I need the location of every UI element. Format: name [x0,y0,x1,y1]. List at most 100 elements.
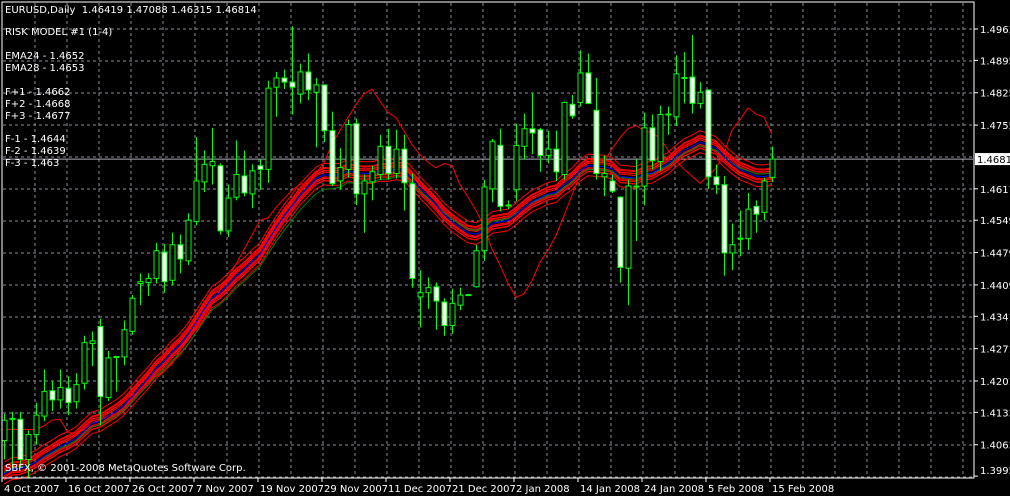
candle-body [409,183,416,279]
candle-body [329,130,336,185]
symbol-label: EURUSD,Daily [5,5,76,16]
candle-body [769,158,776,178]
candle-body [377,145,384,175]
bear-candle [705,89,712,189]
candle-body [305,71,312,91]
f-plus-3-label: F+3 - 1.4677 [5,111,71,122]
candle-body [569,103,576,117]
date-label: 14 Jan 2008 [580,484,640,495]
candle-body [705,89,712,178]
candle-body [177,244,184,260]
bull-candle [473,244,480,288]
date-label: 29 Nov 2007 [324,484,388,495]
candle-body [281,77,288,83]
candle-body [625,185,632,269]
close-value: 1.46814 [215,5,257,16]
candle-body [209,161,216,167]
price-label: 1.42010 [980,377,1010,388]
candle-body [137,281,144,285]
price-label: 1.42710 [980,345,1010,356]
candle-body [681,76,688,79]
candle-body [417,292,424,298]
candle-body [313,84,320,93]
candle-body [193,180,200,223]
candle-body [745,208,752,240]
candle-body [145,277,152,284]
price-axis[interactable]: 1.49630 1.48950 1.48250 1.47550 1.46170 1.454… [974,25,1010,477]
candle-body [273,77,280,88]
f-minus-1-label: F-1 - 1.4644 [5,134,66,145]
price-label: 1.49630 [980,25,1010,36]
candle-body [513,144,520,191]
price-label: 1.46170 [980,185,1010,196]
candle-body [265,87,272,170]
candle-body [697,91,704,104]
candle-body [1,419,8,442]
f-minus-2-label: F-2 - 1.4639 [5,146,66,157]
candle-body [433,286,440,302]
chart-background [0,0,1010,496]
candle-body [65,387,72,404]
price-label: 1.40630 [980,441,1010,452]
price-label: 1.44790 [980,249,1010,260]
candle-body [545,148,552,157]
candle-body [49,390,56,401]
price-label: 1.39950 [980,466,1010,477]
candle-body [609,180,616,192]
f-minus-3-label: F-3 - 1.463 [5,158,60,169]
date-label: 7 Nov 2007 [196,484,254,495]
candle-body [153,250,160,279]
candle-body [361,180,368,195]
bull-candle [185,213,192,266]
candle-body [241,175,248,194]
candle-body [337,167,344,182]
bull-candle [465,294,472,297]
date-label: 5 Feb 2008 [708,484,764,495]
candle-body [225,197,232,232]
bull-candle [657,105,664,171]
candle-body [473,250,480,288]
ema24-label: EMA24 - 1.4652 [5,51,85,62]
candle-body [393,148,400,175]
candle-body [537,129,544,157]
candle-body [257,165,264,170]
candle-body [81,342,88,384]
candle-body [121,329,128,358]
price-label: 1.43410 [980,312,1010,323]
candle-body [233,173,240,198]
current-price-label: 1.46814 [977,155,1010,166]
candle-body [97,325,104,398]
candle-body [593,109,600,175]
low-value: 1.46315 [170,5,213,16]
candle-body [401,148,408,184]
candle-body [673,73,680,118]
candle-body [649,127,656,162]
candle-body [641,127,648,187]
date-label: 11 Dec 2007 [388,484,452,495]
candle-body [481,186,488,252]
f-plus-1-label: F+1 - 1.4662 [5,87,71,98]
candle-body [489,140,496,190]
candle-body [561,101,568,175]
price-label: 1.44090 [980,281,1010,292]
candle-body [457,294,464,306]
candle-body [169,244,176,281]
candle-body [553,148,560,173]
candle-body [89,340,96,345]
price-chart[interactable]: 1.49630 1.48950 1.48250 1.47550 1.46170 1.454… [0,0,1010,496]
bear-candle [409,173,416,288]
candle-body [73,384,80,403]
copyright-text: SBFX, © 2001-2008 MetaQuotes Software Co… [5,463,246,474]
indicator-title: RISK MODEL #1 (1-4) [5,27,113,38]
candle-body [9,417,16,420]
price-label: 1.45490 [980,216,1010,227]
candle-body [633,185,640,188]
candle-body [217,165,224,232]
candle-body [585,72,592,104]
date-label: 19 Nov 2007 [260,484,324,495]
candle-body [185,219,192,262]
date-label: 15 Feb 2008 [772,484,834,495]
bear-candle [217,163,224,235]
date-label: 24 Jan 2008 [644,484,704,495]
candle-body [17,418,24,460]
